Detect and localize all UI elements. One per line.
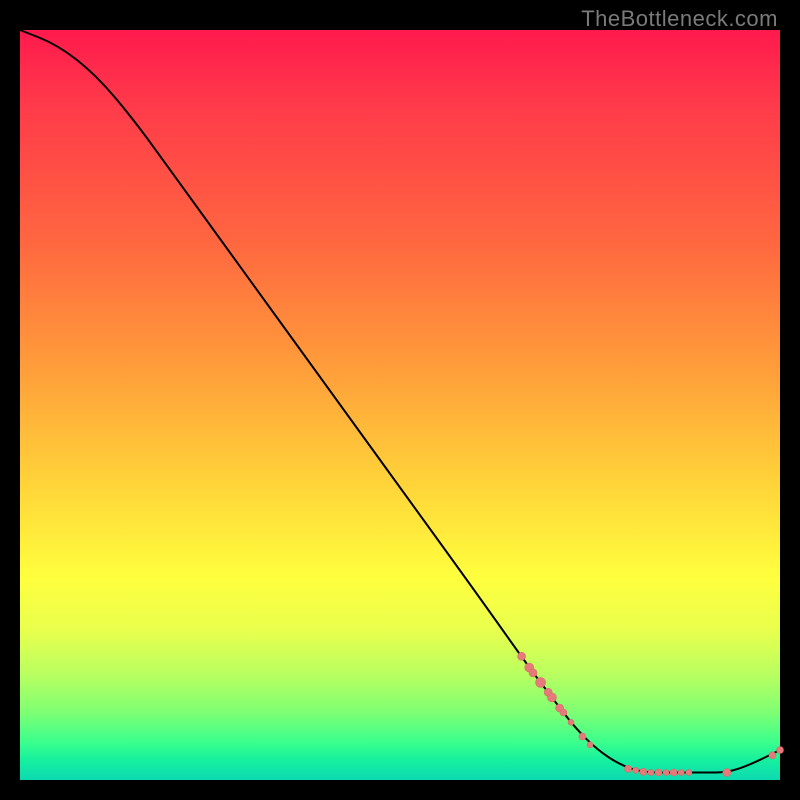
- chart-svg: [20, 30, 780, 780]
- watermark-text: TheBottleneck.com: [581, 6, 778, 32]
- data-point: [568, 719, 574, 725]
- data-point: [686, 770, 692, 776]
- data-point: [678, 770, 684, 776]
- data-point: [769, 752, 776, 759]
- data-point: [663, 770, 669, 776]
- data-point: [723, 769, 731, 777]
- data-point: [548, 693, 557, 702]
- data-point: [633, 767, 639, 773]
- data-point: [648, 770, 654, 776]
- data-point: [536, 678, 546, 688]
- data-point: [560, 709, 567, 716]
- plot-area: [20, 30, 780, 780]
- data-point: [670, 769, 677, 776]
- data-point: [587, 742, 593, 748]
- data-point: [777, 747, 784, 754]
- data-markers: [518, 652, 784, 776]
- data-point: [640, 768, 647, 775]
- data-point: [579, 733, 586, 740]
- chart-frame: TheBottleneck.com: [0, 0, 800, 800]
- data-point: [625, 765, 632, 772]
- data-point: [518, 652, 526, 660]
- data-point: [529, 669, 537, 677]
- bottleneck-curve: [20, 30, 780, 773]
- data-point: [655, 769, 662, 776]
